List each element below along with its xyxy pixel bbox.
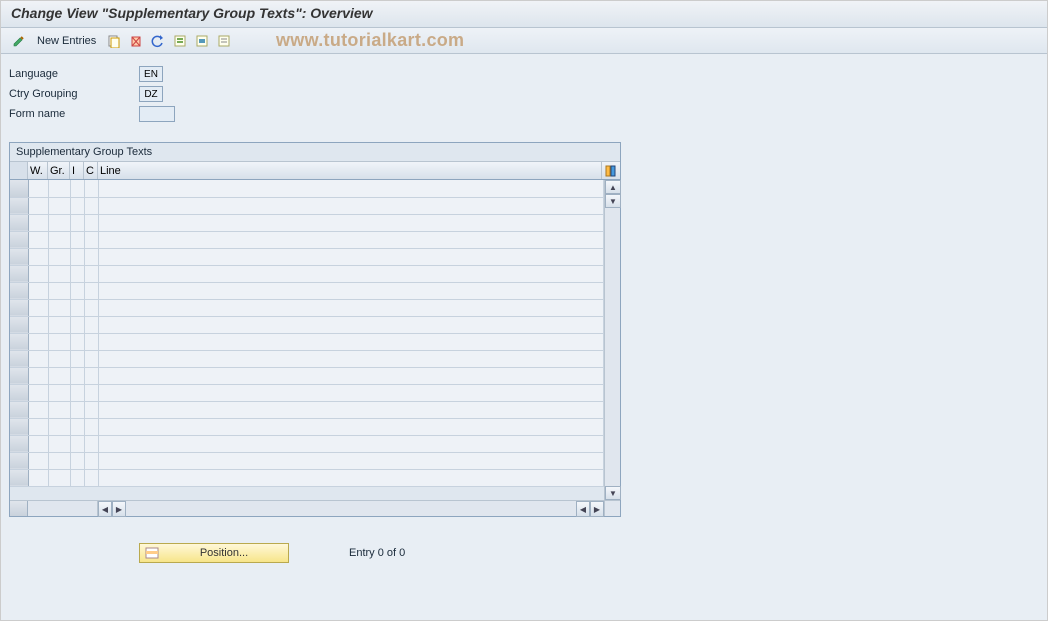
position-button[interactable]: Position... (139, 543, 289, 563)
table-row[interactable] (10, 316, 604, 333)
position-icon (144, 546, 160, 560)
copy-as-icon[interactable] (104, 31, 124, 51)
footer-bar: Position... Entry 0 of 0 (9, 543, 1039, 563)
hscroll-track[interactable] (126, 501, 576, 516)
entry-count-text: Entry 0 of 0 (349, 547, 405, 559)
select-block-icon[interactable] (192, 31, 212, 51)
column-header-gr[interactable]: Gr. (48, 162, 70, 179)
select-all-icon[interactable] (170, 31, 190, 51)
application-toolbar: New Entries www.tutorialkart.com (1, 28, 1047, 54)
watermark-text: www.tutorialkart.com (276, 30, 464, 51)
form-name-row: Form name (9, 104, 1039, 124)
deselect-all-icon[interactable] (214, 31, 234, 51)
table-row[interactable] (10, 333, 604, 350)
table-row[interactable] (10, 180, 604, 197)
table-row[interactable] (10, 299, 604, 316)
table-row[interactable] (10, 197, 604, 214)
scroll-right-icon[interactable]: ▶ (112, 501, 126, 517)
table-row[interactable] (10, 350, 604, 367)
column-header-w[interactable]: W. (28, 162, 48, 179)
ctry-grouping-field[interactable]: DZ (139, 86, 163, 102)
table-row[interactable] (10, 231, 604, 248)
language-label: Language (9, 68, 139, 80)
column-header-selector[interactable] (10, 162, 28, 179)
table-control: Supplementary Group Texts W. Gr. I C Lin… (9, 142, 621, 517)
scroll-left-icon[interactable]: ◀ (576, 501, 590, 517)
toggle-display-change-icon[interactable] (9, 31, 29, 51)
table-configuration-icon[interactable] (602, 162, 620, 179)
form-name-field[interactable] (139, 106, 175, 122)
table-row[interactable] (10, 384, 604, 401)
table-row[interactable] (10, 248, 604, 265)
vertical-scrollbar[interactable]: ▲ ▼ ▲ ▼ (604, 180, 620, 500)
table-row[interactable] (10, 265, 604, 282)
ctry-grouping-row: Ctry Grouping DZ (9, 84, 1039, 104)
horizontal-scrollbar[interactable]: ◀ ▶ ◀ ▶ (10, 500, 620, 516)
undo-change-icon[interactable] (148, 31, 168, 51)
hscroll-spacer (28, 501, 98, 516)
scroll-right-icon[interactable]: ▶ (590, 501, 604, 517)
scroll-down-icon[interactable]: ▼ (605, 486, 621, 500)
column-header-line[interactable]: Line (98, 162, 602, 179)
new-entries-button[interactable]: New Entries (31, 33, 102, 49)
language-row: Language EN (9, 64, 1039, 84)
table-body: ▲ ▼ ▲ ▼ (10, 180, 620, 500)
table-header-row: W. Gr. I C Line (10, 162, 620, 180)
column-header-i[interactable]: I (70, 162, 84, 179)
table-row[interactable] (10, 452, 604, 469)
table-row[interactable] (10, 214, 604, 231)
table-row[interactable] (10, 418, 604, 435)
hscroll-spacer (10, 501, 28, 516)
scroll-left-icon[interactable]: ◀ (98, 501, 112, 517)
table-row[interactable] (10, 401, 604, 418)
page-title: Change View "Supplementary Group Texts":… (11, 5, 1037, 21)
content-area: Language EN Ctry Grouping DZ Form name S… (1, 54, 1047, 573)
table-row[interactable] (10, 435, 604, 452)
position-button-label: Position... (164, 547, 284, 559)
scroll-up-icon[interactable]: ▲ (605, 180, 621, 194)
table-rows (10, 180, 604, 500)
column-header-c[interactable]: C (84, 162, 98, 179)
table-row[interactable] (10, 469, 604, 486)
scroll-corner (604, 501, 620, 516)
table-title: Supplementary Group Texts (10, 143, 620, 162)
delete-icon[interactable] (126, 31, 146, 51)
table-row[interactable] (10, 282, 604, 299)
scroll-down-icon[interactable]: ▼ (605, 194, 621, 208)
table-row[interactable] (10, 367, 604, 384)
title-bar: Change View "Supplementary Group Texts":… (1, 1, 1047, 28)
language-field[interactable]: EN (139, 66, 163, 82)
form-name-label: Form name (9, 108, 139, 120)
ctry-grouping-label: Ctry Grouping (9, 88, 139, 100)
